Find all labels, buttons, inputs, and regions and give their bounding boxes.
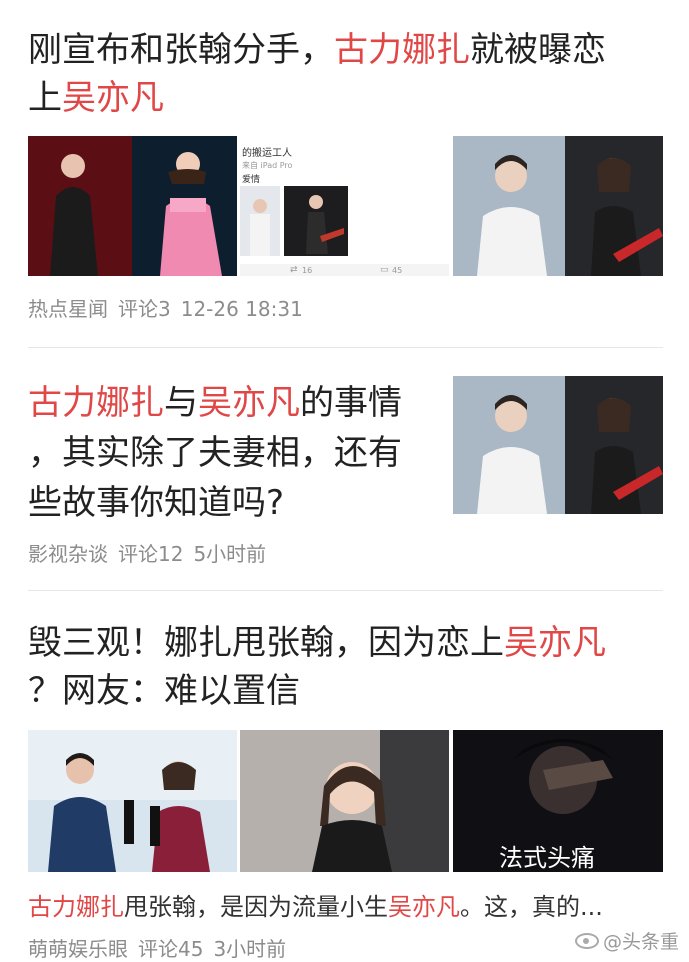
article-title[interactable]: 古力娜扎与吴亦凡的事情 ，其实除了夫妻相，还有 些故事你知道吗? (28, 378, 428, 528)
weibo-account-name: 的搬运工人 (242, 148, 292, 159)
comment-count: 评论12 (118, 542, 184, 566)
comment-count: 评论3 (118, 297, 171, 321)
watermark-text: @头条重 (602, 931, 679, 953)
weibo-tag: 爱情 (242, 175, 261, 185)
repost-count: 16 (302, 266, 313, 275)
weibo-logo-icon (574, 932, 599, 949)
watermark: @头条重 (574, 927, 679, 954)
title-text: ，其实除了夫妻相，还有 (28, 433, 402, 473)
article-meta: 萌萌娱乐眼 评论45 3小时前 (28, 933, 296, 962)
thumbnail-image[interactable] (240, 730, 449, 872)
title-highlight: 吴亦凡 (62, 78, 164, 118)
comment-count: 评论45 (138, 937, 204, 961)
thumbnail-image[interactable] (453, 376, 663, 514)
article-card[interactable]: 刚宣布和张翰分手，古力娜扎就被曝恋 上吴亦凡 的搬运工人 来自 iPad Pro… (0, 0, 689, 345)
article-title[interactable]: 刚宣布和张翰分手，古力娜扎就被曝恋上吴亦凡 (28, 26, 668, 122)
title-text: 毁三观！娜扎甩张翰，因为恋上 (28, 623, 504, 663)
thumbnail-image[interactable] (28, 136, 237, 276)
publish-time: 3小时前 (213, 937, 287, 961)
source-name[interactable]: 热点星闻 (28, 297, 108, 321)
publish-time: 5小时前 (193, 542, 267, 566)
title-highlight: 吴亦凡 (198, 383, 300, 423)
weibo-device: 来自 iPad Pro (242, 161, 293, 170)
title-text: 刚宣布和张翰分手， (28, 30, 334, 70)
article-meta: 热点星闻 评论3 12-26 18:31 (28, 293, 313, 322)
thumbnail-image[interactable] (28, 730, 237, 872)
title-highlight: 吴亦凡 (504, 623, 606, 663)
title-highlight: 古力娜扎 (334, 30, 470, 70)
source-name[interactable]: 影视杂谈 (28, 542, 108, 566)
article-summary[interactable]: 古力娜扎甩张翰，是因为流量小生吴亦凡。这，真的... (28, 887, 603, 922)
title-text: 上 (28, 78, 62, 118)
image-caption: 法式头痛 (499, 844, 595, 872)
article-card[interactable]: 古力娜扎与吴亦凡的事情 ，其实除了夫妻相，还有 些故事你知道吗? 影视杂谈 评论12 5… (0, 348, 689, 590)
title-text: 与 (164, 383, 198, 423)
comment-icon: ▭ (380, 265, 389, 275)
summary-text: 甩张翰，是因为流量小生 (124, 893, 388, 921)
summary-highlight: 吴亦凡 (388, 893, 460, 921)
summary-highlight: 古力娜扎 (28, 893, 124, 921)
thumbnail-image[interactable]: 的搬运工人 来自 iPad Pro 爱情 ⇄ 16 ▭ 45 (240, 136, 449, 276)
title-text: 的事情 (300, 383, 402, 423)
title-text: ？网友：难以置信 (28, 671, 300, 711)
title-text: 就被曝恋 (470, 30, 606, 70)
title-highlight: 古力娜扎 (28, 383, 164, 423)
thumbnail-image[interactable]: 法式头痛 (453, 730, 663, 872)
repost-icon: ⇄ (290, 265, 298, 275)
summary-text: 。这，真的... (460, 893, 603, 921)
source-name[interactable]: 萌萌娱乐眼 (28, 937, 128, 961)
thumbnail-image[interactable] (453, 136, 663, 276)
article-title[interactable]: 毁三观！娜扎甩张翰，因为恋上吴亦凡 ？网友：难以置信 (28, 619, 668, 715)
publish-time: 12-26 18:31 (180, 297, 303, 321)
reply-count: 45 (392, 266, 403, 275)
article-card[interactable]: 毁三观！娜扎甩张翰，因为恋上吴亦凡 ？网友：难以置信 法式头痛 古力娜扎甩张翰，… (0, 591, 689, 962)
article-meta: 影视杂谈 评论12 5小时前 (28, 538, 276, 567)
title-text: 些故事你知道吗? (28, 483, 285, 523)
